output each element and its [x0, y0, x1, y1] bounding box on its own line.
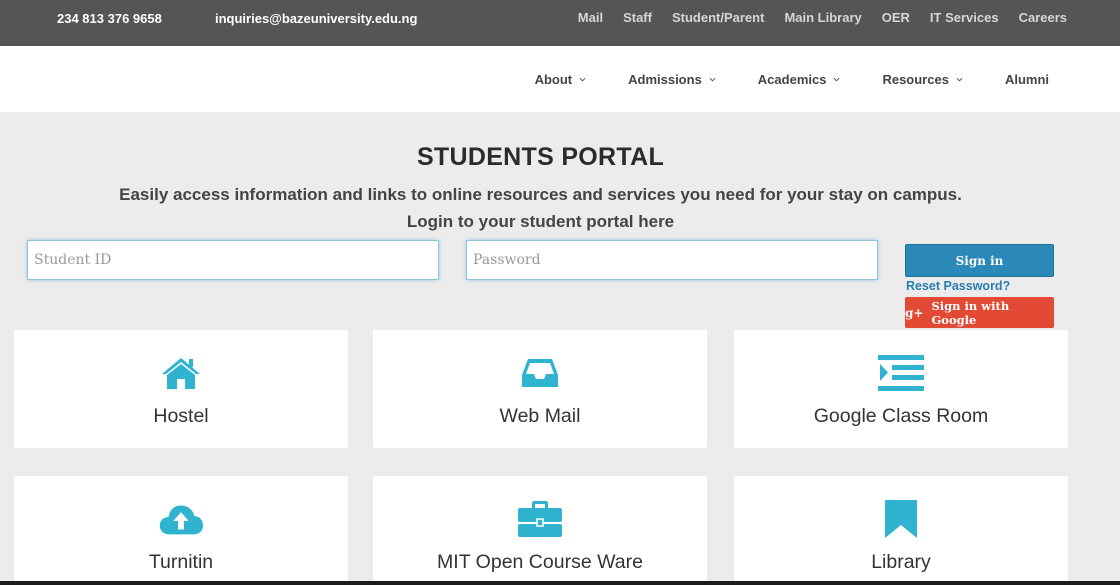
- chevron-down-icon: [956, 77, 963, 82]
- home-icon: [158, 354, 204, 392]
- card-label: Library: [871, 551, 931, 573]
- nav-item-label: Academics: [757, 72, 827, 87]
- top-link-careers[interactable]: Careers: [1019, 10, 1067, 25]
- card-library[interactable]: Library: [734, 476, 1068, 585]
- nav-item-resources[interactable]: Resources: [882, 72, 963, 87]
- top-links: Mail Staff Student/Parent Main Library O…: [558, 10, 1067, 25]
- chevron-down-icon: [579, 77, 586, 82]
- chevron-down-icon: [833, 77, 840, 82]
- nav-item-label: Admissions: [628, 72, 702, 87]
- card-turnitin[interactable]: Turnitin: [14, 476, 348, 585]
- login-prompt: Login to your student portal here: [406, 212, 675, 231]
- top-link-mail[interactable]: Mail: [578, 10, 603, 25]
- password-input[interactable]: [466, 240, 878, 280]
- card-google-class-room[interactable]: Google Class Room: [734, 330, 1068, 448]
- card-label: MIT Open Course Ware: [437, 551, 643, 573]
- card-label: Web Mail: [499, 405, 581, 427]
- sign-in-button[interactable]: Sign in: [905, 244, 1054, 277]
- page-subtitle: Easily access information and links to o…: [119, 185, 962, 204]
- top-link-it-services[interactable]: IT Services: [930, 10, 999, 25]
- nav-item-admissions[interactable]: Admissions: [628, 72, 716, 87]
- top-link-main-library[interactable]: Main Library: [784, 10, 861, 25]
- google-sign-in-label: Sign in with Google: [931, 298, 1010, 327]
- email-link[interactable]: inquiries@bazeuniversity.edu.ng: [215, 11, 417, 26]
- google-plus-icon: g+: [905, 305, 924, 320]
- briefcase-icon: [517, 500, 563, 538]
- nav-item-label: Resources: [882, 72, 949, 87]
- nav-item-label: Alumni: [1004, 72, 1049, 87]
- card-web-mail[interactable]: Web Mail: [373, 330, 707, 448]
- list-indent-icon: [878, 354, 924, 392]
- card-label: Turnitin: [148, 551, 214, 573]
- student-id-input[interactable]: [27, 240, 439, 280]
- cloud-upload-icon: [158, 500, 204, 538]
- page-title: STUDENTS PORTAL: [416, 143, 665, 171]
- card-label: Google Class Room: [813, 405, 989, 427]
- google-sign-in-button[interactable]: g+ Sign in with Google: [905, 297, 1054, 328]
- main-nav: About Admissions Academics Resources Alu…: [0, 46, 1120, 112]
- page-bottom-edge: [0, 581, 1120, 585]
- nav-item-about[interactable]: About: [535, 72, 587, 87]
- inbox-icon: [517, 354, 563, 392]
- top-link-oer[interactable]: OER: [882, 10, 910, 25]
- top-link-student-parent[interactable]: Student/Parent: [672, 10, 764, 25]
- top-bar: 234 813 376 9658 inquiries@bazeuniversit…: [0, 0, 1120, 46]
- card-mit-open-course-ware[interactable]: MIT Open Course Ware: [373, 476, 707, 585]
- nav-item-label: About: [534, 72, 573, 87]
- chevron-down-icon: [709, 77, 716, 82]
- card-hostel[interactable]: Hostel: [14, 330, 348, 448]
- top-link-staff[interactable]: Staff: [623, 10, 652, 25]
- reset-password-link[interactable]: Reset Password?: [906, 279, 1010, 293]
- card-label: Hostel: [153, 405, 209, 427]
- phone-number: 234 813 376 9658: [57, 11, 162, 26]
- nav-item-academics[interactable]: Academics: [758, 72, 841, 87]
- bookmark-icon: [878, 500, 924, 538]
- nav-item-alumni[interactable]: Alumni: [1005, 72, 1049, 87]
